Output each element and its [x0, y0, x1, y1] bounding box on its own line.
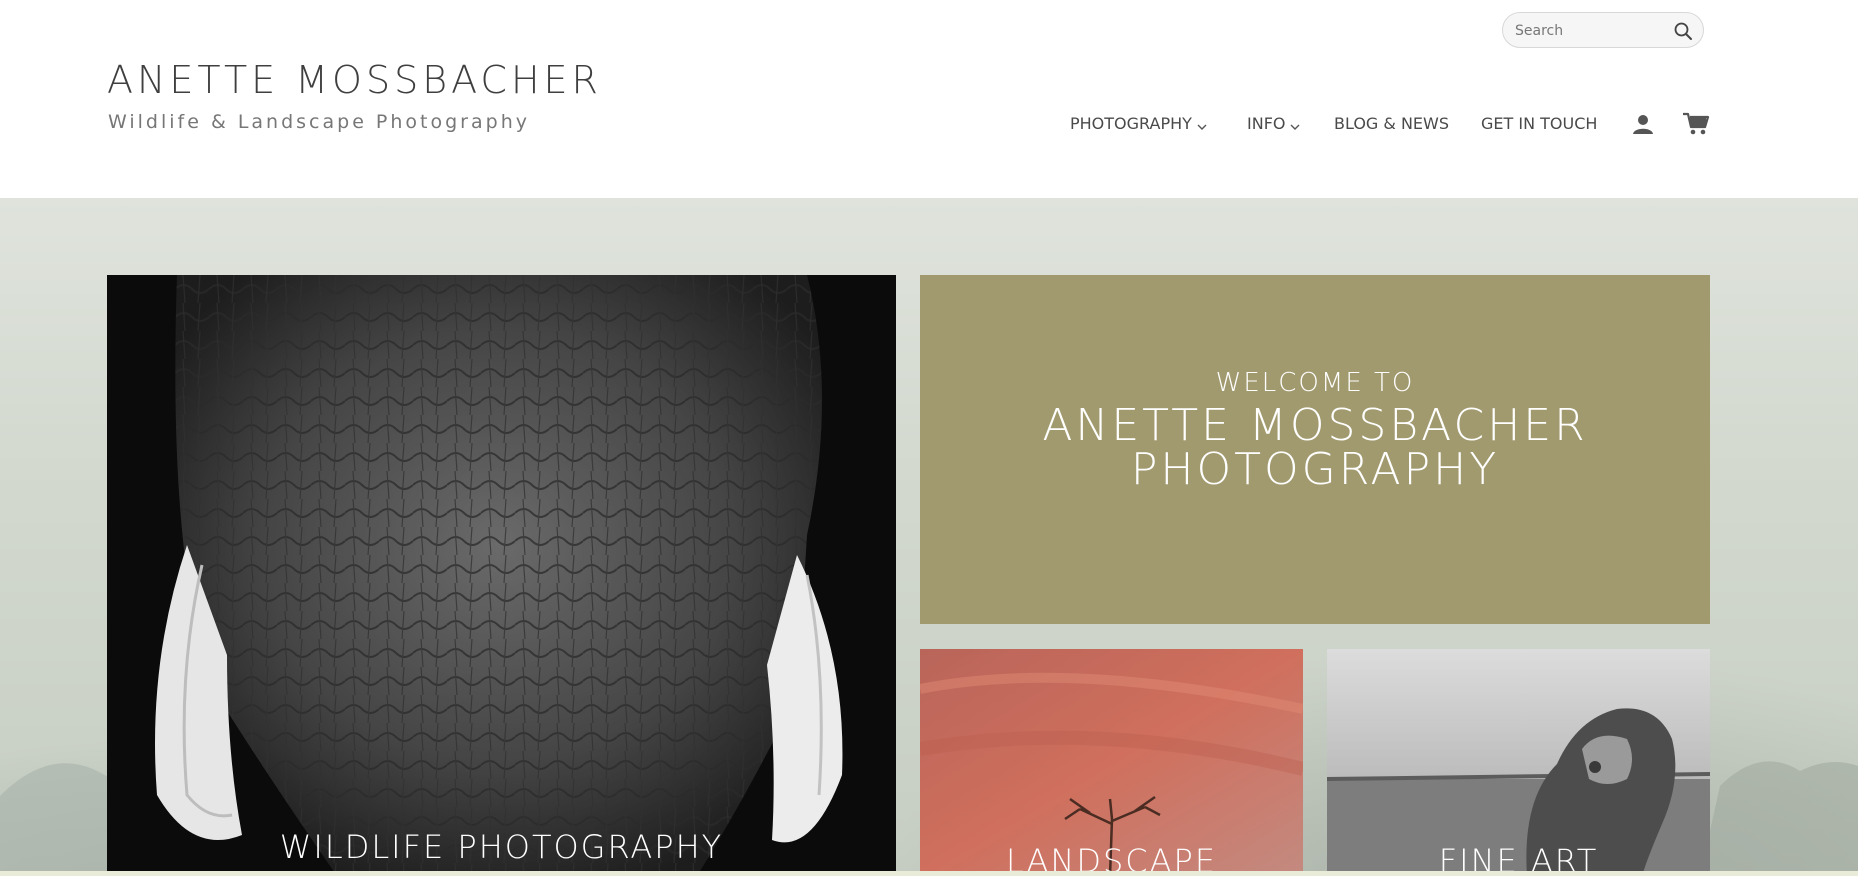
- welcome-panel: WELCOME TO ANETTE MOSSBACHER PHOTOGRAPHY: [920, 275, 1710, 624]
- scroll-edge: [0, 871, 1858, 876]
- nav-item-label: BLOG & NEWS: [1334, 114, 1450, 133]
- page: ANETTE MOSSBACHER Wildlife & Landscape P…: [0, 0, 1858, 876]
- site-header: ANETTE MOSSBACHER Wildlife & Landscape P…: [0, 0, 1858, 198]
- nav-item-info[interactable]: INFO: [1247, 114, 1301, 133]
- nav-item-label: INFO: [1247, 114, 1286, 133]
- landscape-tile[interactable]: LANDSCAPE: [920, 649, 1303, 876]
- nav-item-get-in-touch[interactable]: GET IN TOUCH: [1481, 114, 1597, 133]
- site-subtitle: Wildlife & Landscape Photography: [108, 111, 530, 133]
- nav-item-photography[interactable]: PHOTOGRAPHY: [1070, 114, 1208, 133]
- chevron-down-icon: [1196, 118, 1208, 130]
- elephant-image: [107, 275, 896, 876]
- cart-icon[interactable]: [1682, 111, 1710, 137]
- nav-item-label: PHOTOGRAPHY: [1070, 114, 1192, 133]
- search-icon[interactable]: [1673, 21, 1693, 41]
- wildlife-tile[interactable]: WILDLIFE PHOTOGRAPHY: [107, 275, 896, 876]
- user-icon[interactable]: [1631, 112, 1655, 136]
- search-box[interactable]: [1502, 12, 1704, 48]
- site-title[interactable]: ANETTE MOSSBACHER: [107, 58, 667, 102]
- chevron-down-icon: [1289, 118, 1301, 130]
- search-input[interactable]: [1515, 19, 1665, 43]
- nav-item-blog-news[interactable]: BLOG & NEWS: [1334, 114, 1449, 133]
- nav-item-label: GET IN TOUCH: [1481, 114, 1598, 133]
- welcome-subheading: WELCOME TO: [1215, 367, 1415, 398]
- wildlife-caption: WILDLIFE PHOTOGRAPHY: [279, 828, 724, 866]
- welcome-heading: ANETTE MOSSBACHER PHOTOGRAPHY: [1042, 399, 1588, 495]
- fineart-tile[interactable]: FINE ART: [1327, 649, 1710, 876]
